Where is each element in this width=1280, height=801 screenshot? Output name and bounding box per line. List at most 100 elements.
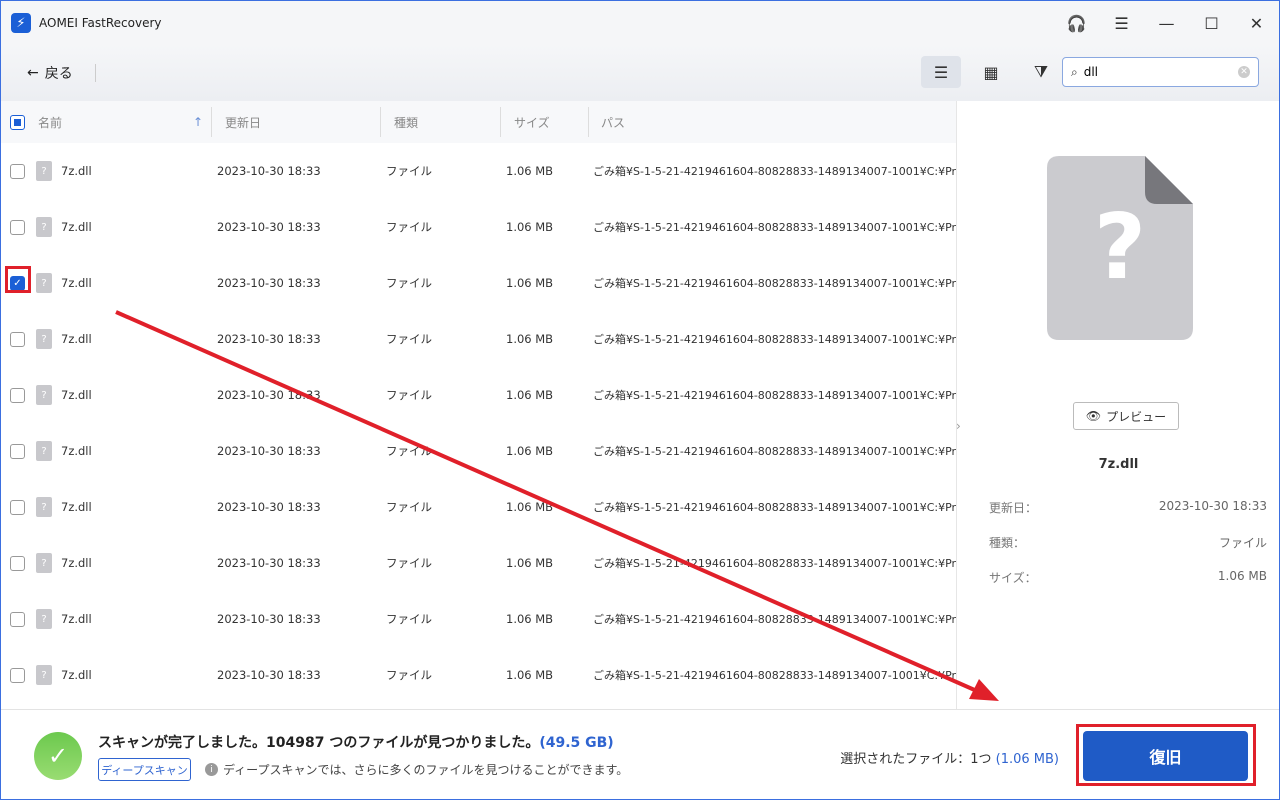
table-row[interactable]: ✓ ? 7z.dll 2023-10-30 18:33 ファイル 1.06 MB…	[1, 255, 956, 311]
header-size[interactable]: サイズ	[514, 101, 550, 143]
title-bar: ⚡ AOMEI FastRecovery 🎧 ☰ — ☐ ✕	[1, 1, 1279, 45]
info-icon: i	[205, 763, 218, 776]
file-type: ファイル	[386, 164, 432, 178]
scan-status: スキャンが完了しました。104987 つのファイルが見つかりました。(49.5 …	[98, 735, 614, 751]
unknown-file-icon: ?	[36, 609, 52, 629]
file-name: 7z.dll	[61, 164, 92, 178]
table-row[interactable]: ? 7z.dll 2023-10-30 18:33 ファイル 1.06 MB ご…	[1, 143, 956, 199]
file-modified: 2023-10-30 18:33	[217, 556, 321, 570]
grid-view-icon[interactable]: ▦	[971, 56, 1011, 88]
recover-button[interactable]: 復旧	[1083, 731, 1248, 781]
unknown-file-icon: ?	[36, 217, 52, 237]
unknown-file-icon: ?	[1047, 156, 1193, 340]
header-modified[interactable]: 更新日	[225, 101, 261, 143]
file-type: ファイル	[386, 332, 432, 346]
file-size: 1.06 MB	[506, 444, 554, 458]
row-checkbox[interactable]	[10, 387, 25, 403]
clear-search-icon[interactable]: ✕	[1238, 66, 1250, 78]
file-path: ごみ箱¥S-1-5-21-4219461604-80828833-1489134…	[593, 221, 956, 234]
search-input[interactable]	[1083, 65, 1232, 79]
file-type: ファイル	[386, 444, 432, 458]
header-name[interactable]: 名前 ↑	[38, 101, 203, 143]
svg-text:?: ?	[1094, 195, 1146, 300]
unknown-file-icon: ?	[36, 665, 52, 685]
preview-label: プレビュー	[1106, 409, 1167, 424]
unknown-file-icon: ?	[36, 553, 52, 573]
file-name: 7z.dll	[61, 220, 92, 234]
file-size: 1.06 MB	[506, 276, 554, 290]
select-all-checkbox[interactable]	[10, 114, 25, 130]
row-checkbox[interactable]	[10, 443, 25, 459]
file-name: 7z.dll	[61, 668, 92, 682]
unknown-file-icon: ?	[36, 329, 52, 349]
file-name: 7z.dll	[61, 388, 92, 402]
file-type: ファイル	[386, 668, 432, 682]
minimize-button[interactable]: —	[1144, 1, 1189, 45]
back-button[interactable]: ← 戻る	[27, 63, 73, 83]
row-checkbox[interactable]	[10, 163, 25, 179]
menu-icon[interactable]: ☰	[1099, 1, 1144, 45]
file-size: 1.06 MB	[506, 612, 554, 626]
file-size: 1.06 MB	[506, 556, 554, 570]
file-size: 1.06 MB	[506, 220, 554, 234]
check-circle-icon: ✓	[34, 732, 82, 780]
row-checkbox[interactable]	[10, 219, 25, 235]
file-type: ファイル	[386, 500, 432, 514]
table-row[interactable]: ? 7z.dll 2023-10-30 18:33 ファイル 1.06 MB ご…	[1, 479, 956, 535]
file-modified: 2023-10-30 18:33	[217, 164, 321, 178]
divider	[94, 64, 96, 82]
file-path: ごみ箱¥S-1-5-21-4219461604-80828833-1489134…	[593, 669, 956, 682]
deep-scan-button[interactable]: ディープスキャン	[98, 758, 191, 781]
file-path: ごみ箱¥S-1-5-21-4219461604-80828833-1489134…	[593, 445, 956, 458]
file-modified: 2023-10-30 18:33	[217, 276, 321, 290]
file-type: ファイル	[386, 388, 432, 402]
table-row[interactable]: ? 7z.dll 2023-10-30 18:33 ファイル 1.06 MB ご…	[1, 591, 956, 647]
support-headset-icon[interactable]: 🎧	[1054, 1, 1099, 45]
header-path[interactable]: パス	[601, 101, 625, 143]
file-size: 1.06 MB	[506, 332, 554, 346]
preview-button[interactable]: 👁 プレビュー	[1073, 402, 1179, 430]
file-type: ファイル	[386, 276, 432, 290]
unknown-file-icon: ?	[36, 385, 52, 405]
table-row[interactable]: ? 7z.dll 2023-10-30 18:33 ファイル 1.06 MB ご…	[1, 423, 956, 479]
file-size: 1.06 MB	[506, 164, 554, 178]
file-name: 7z.dll	[61, 556, 92, 570]
file-type: ファイル	[386, 220, 432, 234]
file-path: ごみ箱¥S-1-5-21-4219461604-80828833-1489134…	[593, 557, 956, 570]
file-modified: 2023-10-30 18:33	[217, 668, 321, 682]
row-checkbox[interactable]: ✓	[10, 275, 25, 291]
file-modified: 2023-10-30 18:33	[217, 332, 321, 346]
toolbar: ← 戻る ☰ ▦ ⧩ ⌕ ✕	[1, 45, 1279, 101]
file-path: ごみ箱¥S-1-5-21-4219461604-80828833-1489134…	[593, 613, 956, 626]
table-row[interactable]: ? 7z.dll 2023-10-30 18:33 ファイル 1.06 MB ご…	[1, 647, 956, 703]
row-checkbox[interactable]	[10, 611, 25, 627]
unknown-file-icon: ?	[36, 441, 52, 461]
row-checkbox[interactable]	[10, 499, 25, 515]
filter-icon[interactable]: ⧩	[1021, 56, 1061, 88]
back-label: 戻る	[44, 66, 73, 82]
row-checkbox[interactable]	[10, 555, 25, 571]
table-row[interactable]: ? 7z.dll 2023-10-30 18:33 ファイル 1.06 MB ご…	[1, 367, 956, 423]
app-title: AOMEI FastRecovery	[39, 16, 162, 30]
table-row[interactable]: ? 7z.dll 2023-10-30 18:33 ファイル 1.06 MB ご…	[1, 199, 956, 255]
file-size: 1.06 MB	[506, 388, 554, 402]
eye-icon: 👁	[1085, 409, 1102, 423]
search-box[interactable]: ⌕ ✕	[1062, 57, 1259, 87]
file-modified: 2023-10-30 18:33	[217, 612, 321, 626]
selected-files: 選択されたファイル：1つ (1.06 MB)	[840, 752, 1059, 767]
header-type[interactable]: 種類	[394, 101, 418, 143]
file-modified: 2023-10-30 18:33	[217, 444, 321, 458]
close-button[interactable]: ✕	[1234, 1, 1279, 45]
collapse-panel-icon[interactable]: ›	[956, 419, 961, 433]
status-footer: ✓ スキャンが完了しました。104987 つのファイルが見つかりました。(49.…	[1, 709, 1279, 799]
unknown-file-icon: ?	[36, 161, 52, 181]
row-checkbox[interactable]	[10, 667, 25, 683]
list-view-icon[interactable]: ☰	[921, 56, 961, 88]
unknown-file-icon: ?	[36, 497, 52, 517]
maximize-button[interactable]: ☐	[1189, 1, 1234, 45]
file-type: ファイル	[386, 556, 432, 570]
table-header: 名前 ↑ 更新日 種類 サイズ パス	[1, 101, 956, 143]
table-row[interactable]: ? 7z.dll 2023-10-30 18:33 ファイル 1.06 MB ご…	[1, 535, 956, 591]
row-checkbox[interactable]	[10, 331, 25, 347]
table-row[interactable]: ? 7z.dll 2023-10-30 18:33 ファイル 1.06 MB ご…	[1, 311, 956, 367]
